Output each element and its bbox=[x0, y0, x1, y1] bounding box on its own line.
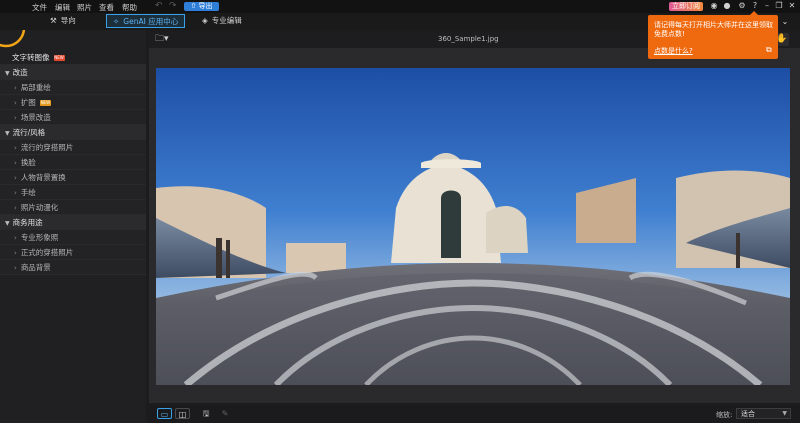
sidebar-item-bg-replace[interactable]: › 人物背景置换 bbox=[0, 170, 146, 185]
settings-icon[interactable]: ⚙ bbox=[737, 1, 747, 11]
sidebar-section-trend-style[interactable]: ▼ 流行/风格 bbox=[0, 125, 146, 140]
wand-icon: ⚒ bbox=[50, 16, 57, 25]
toast-pointer bbox=[750, 11, 758, 15]
chevron-down-icon[interactable]: ⌄ bbox=[779, 16, 791, 28]
sidebar-item-label: 场景改造 bbox=[20, 113, 51, 122]
chevron-right-icon: › bbox=[14, 174, 17, 182]
zoom-value: 适合 bbox=[741, 410, 755, 418]
account-icon[interactable]: ◉ bbox=[709, 1, 719, 11]
chevron-down-icon: ▼ bbox=[782, 410, 787, 417]
sidebar-item-anime[interactable]: › 照片动漫化 bbox=[0, 200, 146, 215]
tab-pro-edit[interactable]: ◈ 专业编辑 bbox=[196, 14, 248, 28]
section-title: 商务用途 bbox=[12, 218, 43, 227]
photo-canvas bbox=[149, 48, 800, 403]
sidebar-item-formal-outfit[interactable]: › 正式的穿搭照片 bbox=[0, 245, 146, 260]
undo-icon[interactable]: ↶ bbox=[155, 1, 163, 11]
save-image-icon[interactable]: 🖫 bbox=[199, 408, 213, 419]
caret-down-icon: ▼ bbox=[5, 220, 10, 227]
sidebar-item-headshot[interactable]: › 专业形象照 bbox=[0, 230, 146, 245]
points-notification: 请记得每天打开相片大师并在这里领取免费点数! 点数是什么? ⧉ bbox=[648, 11, 778, 59]
menu-photo[interactable]: 照片 bbox=[77, 2, 92, 13]
chevron-right-icon: › bbox=[14, 204, 17, 212]
section-title: 改造 bbox=[12, 68, 28, 77]
new-badge: NEW bbox=[39, 100, 51, 106]
menu-file[interactable]: 文件 bbox=[32, 2, 47, 13]
sidebar-item-label: 照片动漫化 bbox=[20, 203, 59, 212]
tab-guide-label: 导向 bbox=[60, 16, 76, 25]
cube-icon: ◈ bbox=[202, 16, 208, 25]
close-icon[interactable]: ✕ bbox=[787, 1, 797, 11]
sidebar-item-label: 专业形象照 bbox=[20, 233, 59, 242]
notification-icon[interactable]: ● bbox=[722, 1, 732, 11]
new-badge: NEW bbox=[53, 55, 65, 61]
sidebar-item-product-bg[interactable]: › 商品背景 bbox=[0, 260, 146, 275]
tab-genai-label: GenAI 应用中心 bbox=[123, 17, 179, 26]
export-label: 导出 bbox=[198, 2, 213, 10]
chevron-right-icon: › bbox=[14, 99, 17, 107]
chevron-right-icon: › bbox=[14, 144, 17, 152]
section-title: 流行/风格 bbox=[12, 128, 46, 137]
external-link-icon[interactable]: ⧉ bbox=[766, 45, 772, 55]
menu-view[interactable]: 查看 bbox=[99, 2, 114, 13]
sidebar-item-label: 流行的穿搭照片 bbox=[20, 143, 74, 152]
chevron-right-icon: › bbox=[14, 264, 17, 272]
sidebar-item-hand-drawn[interactable]: › 手绘 bbox=[0, 185, 146, 200]
compare-view-icon[interactable]: ◫ bbox=[175, 408, 190, 419]
sidebar-item-label: 换脸 bbox=[20, 158, 36, 167]
sidebar-item-label: 文字转图像 bbox=[12, 53, 50, 62]
tab-pro-edit-label: 专业编辑 bbox=[211, 16, 242, 25]
file-name: 360_Sample1.jpg bbox=[438, 35, 499, 43]
export-button[interactable]: ⇧ 导出 bbox=[184, 2, 219, 11]
tab-guide[interactable]: ⚒ 导向 bbox=[44, 14, 82, 28]
sidebar-item-label: 手绘 bbox=[20, 188, 36, 197]
chevron-right-icon: › bbox=[14, 114, 17, 122]
chevron-right-icon: › bbox=[14, 249, 17, 257]
minimize-icon[interactable]: – bbox=[762, 1, 772, 11]
sidebar-item-label: 商品背景 bbox=[20, 263, 51, 272]
chevron-right-icon: › bbox=[14, 234, 17, 242]
sidebar-item-text-to-image[interactable]: 文字转图像 NEW bbox=[0, 50, 146, 65]
sidebar-item-inpaint[interactable]: › 局部重绘 bbox=[0, 80, 146, 95]
sidebar-item-label: 扩图 bbox=[20, 98, 36, 107]
sidebar-item-outpaint[interactable]: › 扩图 NEW bbox=[0, 95, 146, 110]
menu-edit[interactable]: 编辑 bbox=[55, 2, 70, 13]
caret-down-icon: ▼ bbox=[5, 70, 10, 77]
redo-icon[interactable]: ↷ bbox=[169, 1, 177, 11]
notification-message: 请记得每天打开相片大师并在这里领取免费点数! bbox=[654, 21, 773, 38]
chevron-right-icon: › bbox=[14, 189, 17, 197]
zoom-dropdown[interactable]: 适合 ▼ bbox=[736, 408, 791, 419]
sidebar-item-trend-outfit[interactable]: › 流行的穿搭照片 bbox=[0, 140, 146, 155]
restore-icon[interactable]: ❐ bbox=[774, 1, 784, 11]
menu-help[interactable]: 帮助 bbox=[122, 2, 137, 13]
title-bar: 文件 编辑 照片 查看 帮助 ↶ ↷ ⇧ 导出 立即订阅 ◉ ● ⚙ ? – ❐… bbox=[0, 0, 800, 13]
export-icon: ⇧ bbox=[190, 2, 197, 10]
chevron-right-icon: › bbox=[14, 159, 17, 167]
chevron-right-icon: › bbox=[14, 84, 17, 92]
tab-genai[interactable]: ✧ GenAI 应用中心 bbox=[106, 14, 186, 28]
sparkle-icon: ✧ bbox=[113, 17, 120, 26]
panorama-photo[interactable] bbox=[156, 68, 790, 385]
points-info-link[interactable]: 点数是什么? bbox=[654, 46, 693, 56]
genai-sidebar: 文字转图像 NEW ▼ 改造 › 局部重绘 › 扩图 NEW › 场景改造 ▼ 流行/风格 ›… bbox=[0, 30, 146, 423]
zoom-label: 缩放: bbox=[716, 411, 733, 419]
sidebar-item-face-swap[interactable]: › 换脸 bbox=[0, 155, 146, 170]
sidebar-item-scene[interactable]: › 场景改造 bbox=[0, 110, 146, 125]
sidebar-item-label: 局部重绘 bbox=[20, 83, 51, 92]
single-view-icon[interactable]: ▭ bbox=[157, 408, 172, 419]
subscribe-button[interactable]: 立即订阅 bbox=[669, 2, 703, 11]
help-icon[interactable]: ? bbox=[750, 1, 760, 11]
bottom-toolbar: ▭ ◫ 🖫 ✎ 缩放: 适合 ▼ bbox=[149, 405, 800, 423]
edit-pen-icon[interactable]: ✎ bbox=[219, 408, 231, 419]
sidebar-item-label: 人物背景置换 bbox=[20, 173, 66, 182]
folder-icon[interactable]: 🗀▾ bbox=[155, 34, 171, 45]
sidebar-section-transform[interactable]: ▼ 改造 bbox=[0, 65, 146, 80]
caret-down-icon: ▼ bbox=[5, 130, 10, 137]
sidebar-item-label: 正式的穿搭照片 bbox=[20, 248, 74, 257]
sidebar-section-business[interactable]: ▼ 商务用途 bbox=[0, 215, 146, 230]
